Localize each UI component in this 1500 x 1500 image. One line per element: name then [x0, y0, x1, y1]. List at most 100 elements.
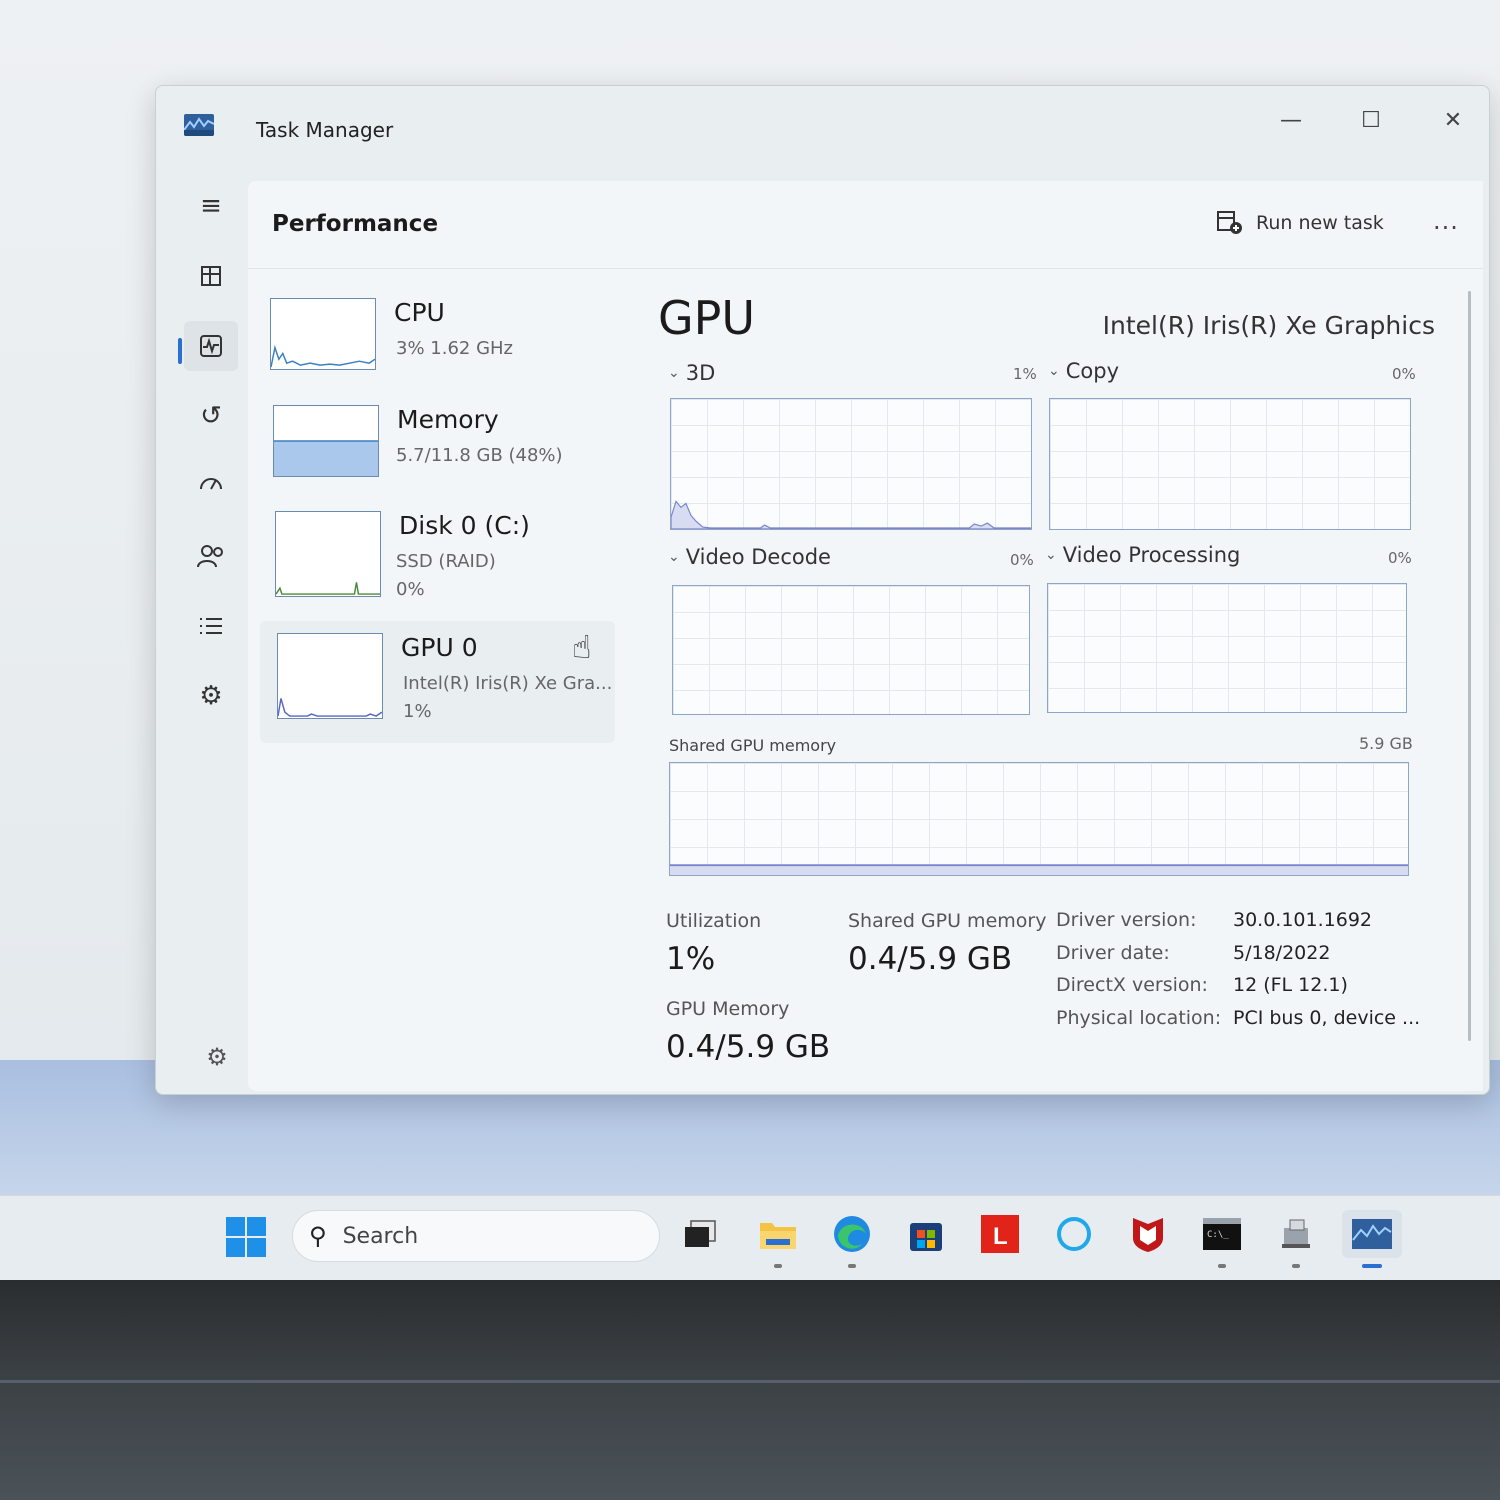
physical-location-key: Physical location: — [1056, 1007, 1222, 1029]
vertical-scrollbar[interactable] — [1468, 291, 1471, 1041]
shared-memory-graph-max: 5.9 GB — [1359, 734, 1413, 753]
driver-date-key: Driver date: — [1056, 942, 1170, 964]
disk-thumbnail-graph — [275, 511, 381, 597]
file-explorer-icon[interactable] — [754, 1210, 802, 1268]
graph-3d-percent: 1% — [1013, 365, 1037, 383]
active-nav-indicator — [178, 338, 182, 364]
windows-logo-icon — [226, 1217, 266, 1257]
details-icon[interactable] — [184, 601, 238, 651]
run-task-icon — [1217, 211, 1242, 234]
directx-version-value: 12 (FL 12.1) — [1233, 974, 1348, 996]
task-manager-app-icon — [184, 114, 214, 136]
startup-apps-icon[interactable] — [184, 461, 238, 511]
cpu-thumbnail-graph — [270, 298, 376, 370]
more-options-button[interactable]: ... — [1433, 207, 1459, 235]
shared-memory-graph-label: Shared GPU memory — [669, 736, 837, 755]
graph-video-decode-title: Video Decode — [685, 545, 831, 569]
directx-version-key: DirectX version: — [1056, 974, 1208, 996]
graph-video-decode-percent: 0% — [1010, 551, 1034, 569]
graph-video-processing — [1047, 583, 1407, 713]
graph-copy-percent: 0% — [1392, 365, 1416, 383]
gpu-model-name: Intel(R) Iris(R) Xe Graphics — [1102, 311, 1435, 340]
services-icon[interactable]: ⚙ — [184, 671, 238, 721]
device-item-disk[interactable]: Disk 0 (C:) SSD (RAID) 0% — [260, 499, 615, 611]
active-app-indicator — [1362, 1264, 1382, 1268]
microsoft-store-icon[interactable] — [902, 1210, 950, 1258]
hamburger-menu-icon[interactable]: ≡ — [184, 181, 238, 231]
taskbar: ⚲ Search L C:\_ — [0, 1195, 1500, 1280]
graph-3d-label[interactable]: ⌄ 3D — [668, 361, 715, 385]
graph-video-processing-label[interactable]: ⌄ Video Processing — [1045, 543, 1240, 567]
driver-date-value: 5/18/2022 — [1233, 942, 1331, 964]
graph-video-processing-percent: 0% — [1388, 549, 1412, 567]
chevron-down-icon[interactable]: ⌄ — [1045, 547, 1057, 563]
run-new-task-label: Run new task — [1256, 212, 1384, 234]
chevron-down-icon[interactable]: ⌄ — [1048, 363, 1060, 379]
utilization-value: 1% — [666, 941, 716, 977]
terminal-icon[interactable]: C:\_ — [1198, 1210, 1246, 1268]
chevron-down-icon[interactable]: ⌄ — [668, 549, 680, 565]
mouse-pointer-icon: ☝ — [572, 628, 592, 666]
search-placeholder: Search — [342, 1223, 419, 1249]
lenovo-vantage-icon[interactable]: L — [976, 1210, 1024, 1258]
svg-text:L: L — [993, 1223, 1008, 1250]
close-button[interactable]: ✕ — [1423, 100, 1483, 140]
graph-video-decode — [672, 585, 1030, 715]
running-indicator — [848, 1264, 856, 1268]
graph-shared-gpu-memory — [669, 762, 1409, 876]
graph-copy — [1049, 398, 1411, 530]
device-detail: Intel(R) Iris(R) Xe Gra... — [403, 673, 613, 694]
shared-memory-label: Shared GPU memory — [848, 910, 1047, 932]
memory-thumbnail-graph — [273, 405, 379, 477]
graph-3d — [670, 398, 1032, 530]
task-manager-taskbar-icon[interactable] — [1342, 1210, 1402, 1268]
performance-icon[interactable] — [178, 321, 238, 371]
maximize-button[interactable]: ☐ — [1341, 100, 1401, 140]
page-title: Performance — [272, 211, 439, 237]
shared-memory-value: 0.4/5.9 GB — [848, 941, 1013, 977]
device-detail: 3% 1.62 GHz — [396, 338, 514, 359]
laptop-bezel — [0, 1280, 1500, 1500]
device-detail: SSD (RAID) — [396, 551, 496, 572]
device-item-gpu[interactable]: GPU 0 Intel(R) Iris(R) Xe Gra... 1% — [260, 621, 615, 743]
device-detail: 5.7/11.8 GB (48%) — [396, 445, 563, 466]
nav-rail: ≡ ↺ ⚙ — [176, 181, 254, 1091]
minimize-button[interactable]: — — [1261, 100, 1321, 140]
gpu-memory-label: GPU Memory — [666, 998, 790, 1020]
taskbar-search-box[interactable]: ⚲ Search — [292, 1210, 660, 1262]
gpu-thumbnail-graph — [277, 633, 383, 719]
device-usage: 0% — [396, 579, 425, 600]
task-view-icon[interactable] — [676, 1210, 724, 1258]
search-icon: ⚲ — [309, 1222, 327, 1250]
utilization-label: Utilization — [666, 910, 762, 932]
performance-page: Performance Run new task ... CPU 3% 1.62… — [248, 181, 1483, 1091]
graph-video-processing-title: Video Processing — [1062, 543, 1241, 567]
chevron-down-icon[interactable]: ⌄ — [668, 365, 680, 381]
driver-version-value: 30.0.101.1692 — [1233, 909, 1373, 931]
run-new-task-button[interactable]: Run new task — [1216, 207, 1384, 239]
mcafee-icon[interactable] — [1124, 1210, 1172, 1258]
running-indicator — [774, 1264, 782, 1268]
device-item-cpu[interactable]: CPU 3% 1.62 GHz — [260, 286, 615, 398]
gpu-heading: GPU — [658, 291, 756, 345]
device-name: Memory — [397, 405, 499, 434]
device-usage: 1% — [403, 701, 432, 722]
running-indicator — [1292, 1264, 1300, 1268]
device-item-memory[interactable]: Memory 5.7/11.8 GB (48%) — [260, 393, 615, 505]
edge-browser-icon[interactable] — [828, 1210, 876, 1268]
settings-gear-icon[interactable]: ⚙ — [196, 1036, 238, 1078]
title-bar: Task Manager — ☐ ✕ — [156, 86, 1489, 176]
running-indicator — [1218, 1264, 1226, 1268]
graph-copy-label[interactable]: ⌄ Copy — [1048, 359, 1119, 383]
window-title: Task Manager — [256, 118, 394, 142]
gpu-memory-value: 0.4/5.9 GB — [666, 1029, 831, 1065]
processes-icon[interactable] — [184, 251, 238, 301]
graph-3d-title: 3D — [685, 361, 716, 385]
graph-video-decode-label[interactable]: ⌄ Video Decode — [668, 545, 831, 569]
device-name: Disk 0 (C:) — [399, 511, 530, 540]
cortana-icon[interactable] — [1050, 1210, 1098, 1258]
device-manager-icon[interactable] — [1272, 1210, 1320, 1268]
start-button[interactable] — [225, 1216, 267, 1258]
app-history-icon[interactable]: ↺ — [184, 391, 238, 441]
users-icon[interactable] — [184, 531, 238, 581]
